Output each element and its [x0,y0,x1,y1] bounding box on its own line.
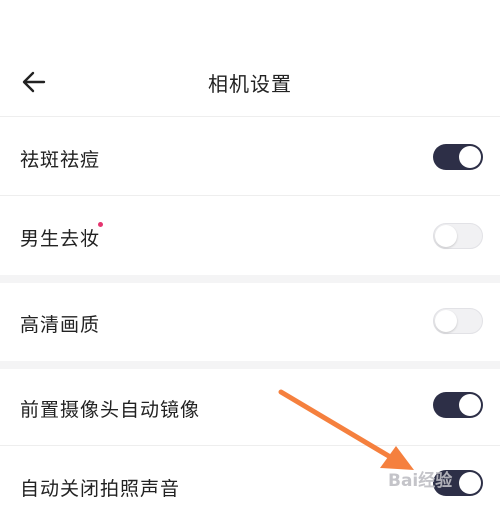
setting-row-remove-makeup: 男生去妆 [0,196,500,275]
setting-row-front-mirror: 前置摄像头自动镜像 [0,369,500,445]
setting-label: 前置摄像头自动镜像 [20,399,201,421]
toggle-knob [459,146,481,168]
setting-row-hd-quality: 高清画质 [0,283,500,361]
front-mirror-toggle[interactable] [433,392,483,418]
toggle-knob [435,310,457,332]
setting-label: 祛斑祛痘 [20,149,101,171]
hd-quality-toggle[interactable] [433,308,483,334]
remove-makeup-toggle[interactable] [433,223,483,249]
toggle-knob [435,225,457,247]
setting-label: 男生去妆 [20,228,101,250]
toggle-knob [459,472,481,494]
new-badge-dot [98,222,103,227]
toggle-knob [459,394,481,416]
header-bar: 相机设置 [0,48,500,116]
setting-label: 高清画质 [20,314,101,336]
section-separator [0,361,500,369]
setting-label: 自动关闭拍照声音 [20,478,181,500]
blemish-toggle[interactable] [433,144,483,170]
camera-settings-page: 相机设置 祛斑祛痘 男生去妆 高清画质 前置摄像头自动镜像 自动关闭拍照声音 B… [0,0,500,522]
setting-row-blemish: 祛斑祛痘 [0,117,500,195]
section-separator [0,275,500,283]
page-title: 相机设置 [208,72,292,96]
watermark-logo: Bai经验 [388,471,453,491]
